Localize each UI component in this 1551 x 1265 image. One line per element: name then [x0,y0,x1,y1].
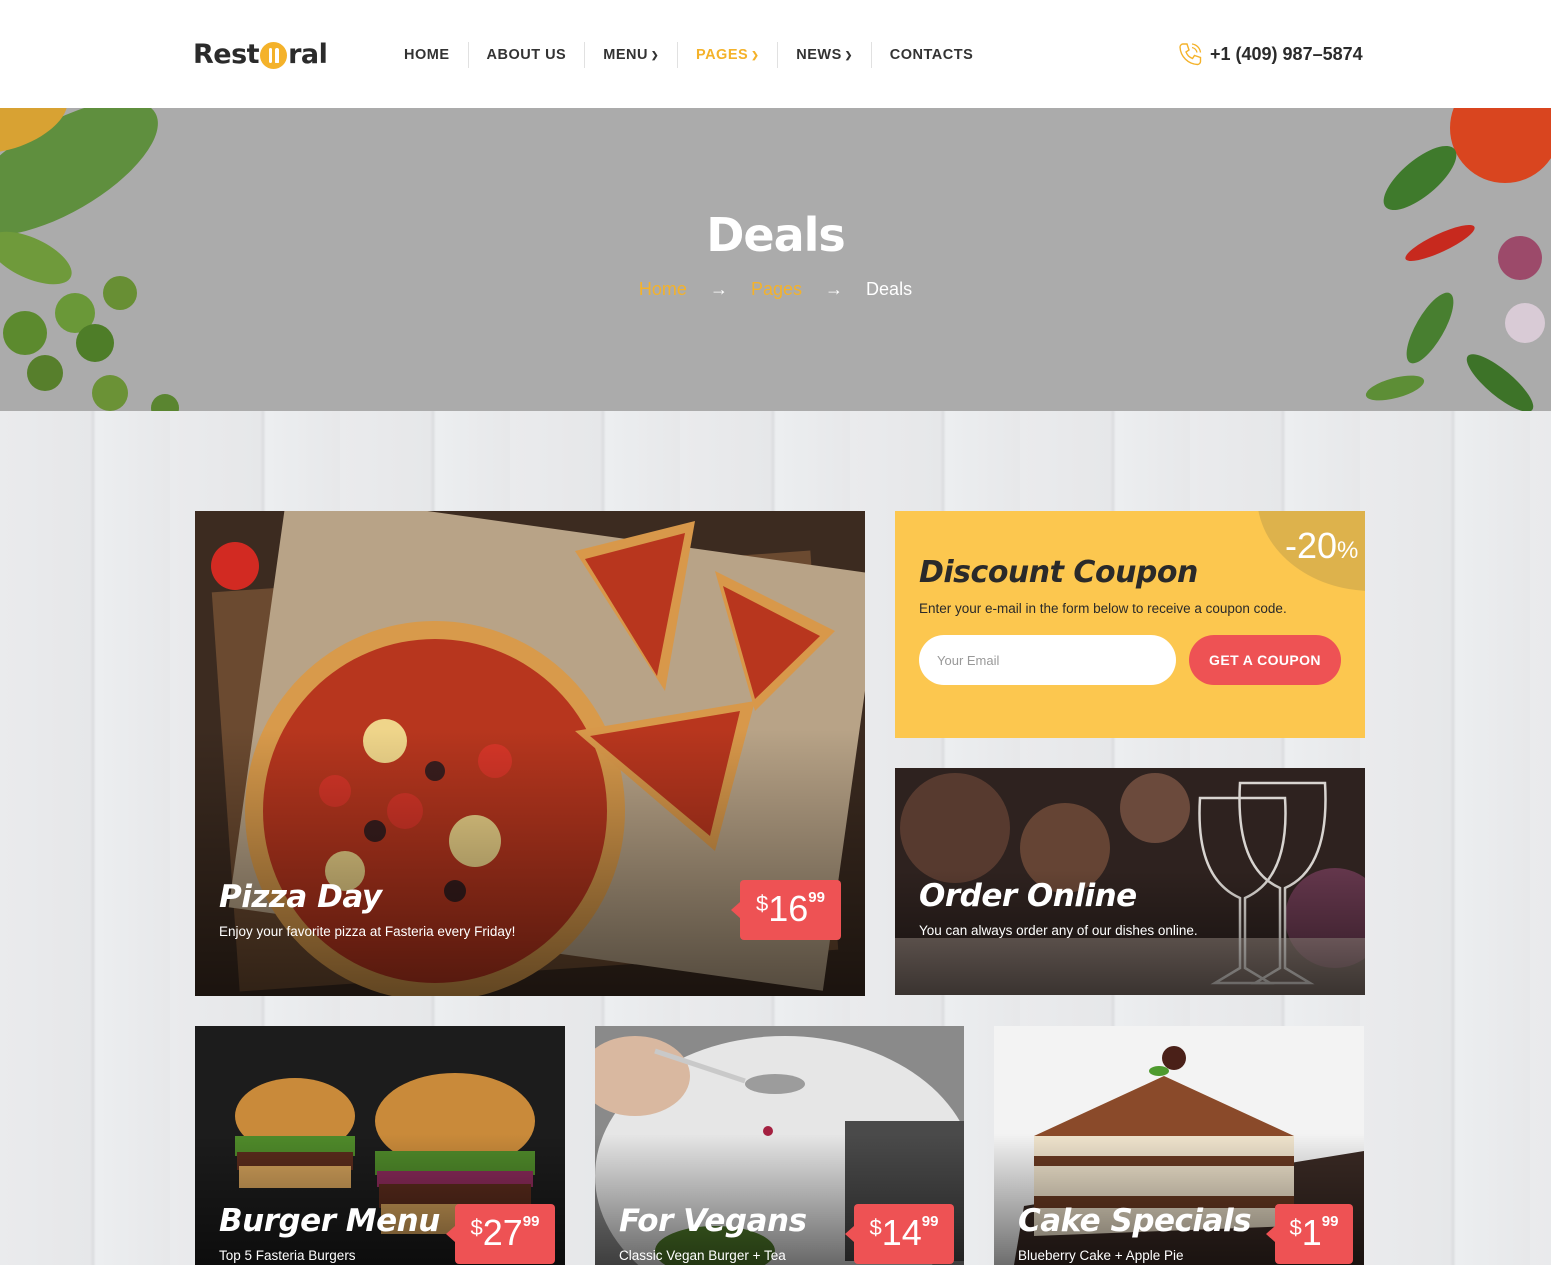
chevron-down-icon: ❯ [650,50,659,60]
get-coupon-button[interactable]: GET A COUPON [1189,635,1341,685]
site-header: Rest ral HOME ABOUT US MENU ❯ PAGES ❯ NEWS… [0,0,1551,108]
logo-text-left: Rest [193,38,260,70]
deal-title: Order Online [919,878,1137,914]
price-tag[interactable]: $ 1 99 [1266,1204,1353,1264]
deal-card-cake[interactable]: Cake Specials Blueberry Cake + Apple Pie… [994,1026,1364,1265]
deal-title: Burger Menu [219,1203,440,1239]
price-currency: $ [869,1215,882,1240]
breadcrumb-arrow-icon: → [709,279,728,299]
nav-label: HOME [404,47,450,63]
phone-number: +1 (409) 987–5874 [1210,43,1363,64]
price-main: 27 [482,1212,523,1253]
nav-label: NEWS [796,47,842,63]
email-field[interactable] [919,635,1176,685]
price-tag[interactable]: $ 16 99 [731,880,841,940]
percent-sign: % [1337,537,1359,564]
nav-item-pages[interactable]: PAGES ❯ [676,42,777,68]
deal-subtitle: Blueberry Cake + Apple Pie [1018,1248,1184,1263]
nav-item-menu[interactable]: MENU ❯ [584,42,677,68]
coupon-title: Discount Coupon [919,555,1198,590]
deal-subtitle: Classic Vegan Burger + Tea [619,1248,786,1263]
page-title: Deals [706,208,846,262]
price-tag[interactable]: $ 27 99 [446,1204,555,1264]
header-phone[interactable]: +1 (409) 987–5874 [1176,40,1363,68]
price-tag[interactable]: $ 14 99 [845,1204,954,1264]
chevron-down-icon: ❯ [751,50,760,60]
price-main: 1 [1301,1212,1322,1253]
breadcrumb: Home → Pages → Deals [0,279,1551,300]
breadcrumb-pages[interactable]: Pages [751,279,802,299]
phone-icon [1179,43,1202,66]
deal-subtitle: Top 5 Fasteria Burgers [219,1248,356,1263]
deal-card-order-online[interactable]: Order Online You can always order any of… [895,768,1365,995]
discount-coupon: -20% Discount Coupon Enter your e-mail i… [895,511,1365,738]
price-cents: 99 [921,1213,939,1230]
deal-title: Cake Specials [1018,1203,1252,1239]
price-currency: $ [756,891,769,916]
coupon-description: Enter your e-mail in the form below to r… [919,601,1287,616]
breadcrumb-arrow-icon: → [825,279,844,299]
nav-item-news[interactable]: NEWS ❯ [777,42,871,68]
breadcrumb-home[interactable]: Home [639,279,687,299]
main-nav: HOME ABOUT US MENU ❯ PAGES ❯ NEWS ❯ CONTACT… [386,42,991,68]
logo[interactable]: Rest ral [193,36,328,72]
price-main: 14 [881,1212,922,1253]
deal-subtitle: Enjoy your favorite pizza at Fasteria ev… [219,924,516,939]
breadcrumb-current: Deals [866,279,913,299]
nav-label: MENU [603,47,648,63]
deal-subtitle: You can always order any of our dishes o… [919,923,1198,938]
deal-title: For Vegans [619,1203,807,1239]
nav-label: CONTACTS [889,47,974,63]
deal-card-vegans[interactable]: For Vegans Classic Vegan Burger + Tea $ … [595,1026,964,1265]
nav-item-home[interactable]: HOME [386,42,468,68]
discount-value: -20% [1285,525,1358,567]
price-currency: $ [470,1215,483,1240]
chevron-down-icon: ❯ [844,50,853,60]
price-cents: 99 [522,1213,540,1230]
card-shade [195,729,865,996]
nav-item-contacts[interactable]: CONTACTS [870,42,991,68]
fork-knife-icon [260,41,288,69]
discount-number: -20 [1285,525,1338,566]
logo-text-right: ral [288,38,328,70]
price-currency: $ [1289,1215,1302,1240]
deal-title: Pizza Day [219,879,382,915]
price-cents: 99 [808,889,825,906]
price-main: 16 [768,888,809,929]
deal-card-pizza[interactable]: Pizza Day Enjoy your favorite pizza at F… [195,511,865,996]
price-cents: 99 [1321,1213,1339,1230]
nav-label: ABOUT US [486,47,567,63]
deal-card-burger[interactable]: Burger Menu Top 5 Fasteria Burgers $ 27 … [195,1026,565,1265]
nav-label: PAGES [695,47,749,63]
nav-item-about[interactable]: ABOUT US [467,42,585,68]
page-hero: Deals Home → Pages → Deals [0,108,1551,411]
